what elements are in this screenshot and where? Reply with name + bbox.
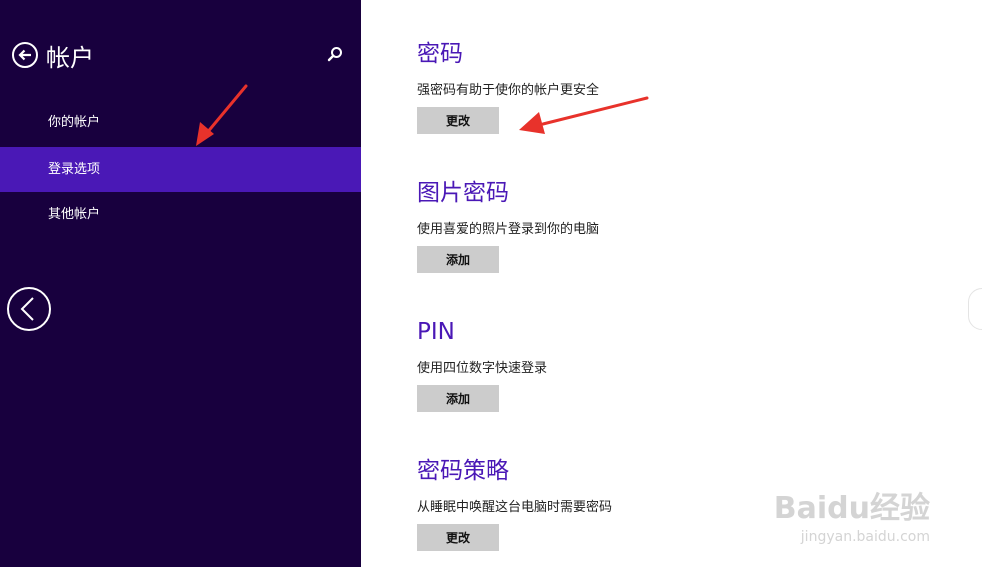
section-desc-picture-password: 使用喜爱的照片登录到你的电脑 [417,222,600,237]
chevron-left-icon[interactable] [6,286,52,332]
section-title-password: 密码 [417,41,463,67]
sidebar-item-your-account[interactable]: 你的帐户 [0,100,361,145]
change-password-policy-button[interactable]: 更改 [417,524,499,551]
section-desc-pin: 使用四位数字快速登录 [417,361,548,376]
section-title-picture-password: 图片密码 [417,180,509,206]
sidebar-item-sign-in-options[interactable]: 登录选项 [0,147,361,192]
sidebar: 帐户 你的帐户 登录选项 其他帐户 [0,0,361,567]
annotation-arrow [196,84,248,146]
edge-scroll-indicator [968,288,982,330]
add-picture-password-button[interactable]: 添加 [417,246,499,273]
back-arrow-icon[interactable] [12,42,38,68]
section-desc-password-policy: 从睡眠中唤醒这台电脑时需要密码 [417,500,613,515]
password-policy-section: 密码策略 从睡眠中唤醒这台电脑时需要密码 更改 [417,457,612,551]
search-icon[interactable] [326,45,344,63]
section-title-password-policy: 密码策略 [417,458,509,484]
section-title-pin: PIN [417,319,455,345]
sidebar-item-other-accounts[interactable]: 其他帐户 [0,192,361,237]
pin-section: PIN 使用四位数字快速登录 添加 [417,318,547,412]
add-pin-button[interactable]: 添加 [417,385,499,412]
watermark-brand: Baidu经验 [773,491,930,526]
watermark-site: jingyan.baidu.com [800,529,930,545]
picture-password-section: 图片密码 使用喜爱的照片登录到你的电脑 添加 [417,179,599,273]
annotation-arrow [519,96,649,134]
change-password-button[interactable]: 更改 [417,107,499,134]
watermark: Baidu经验 jingyan.baidu.com [774,483,930,545]
page-title: 帐户 [46,44,94,72]
